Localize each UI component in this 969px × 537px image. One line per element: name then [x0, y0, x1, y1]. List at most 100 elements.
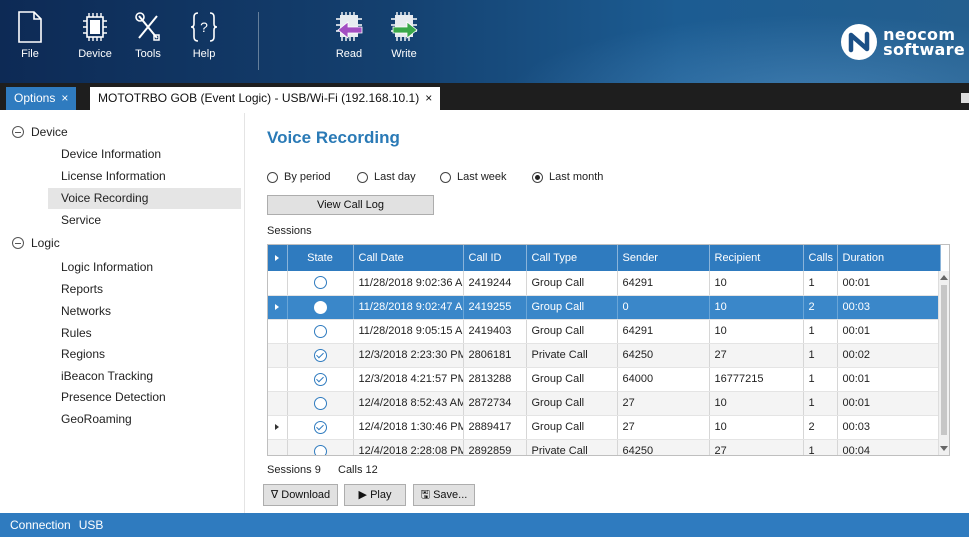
radio-circle[interactable] — [440, 171, 451, 183]
tree-item-rules[interactable]: Rules — [48, 323, 241, 344]
column-header-call-id[interactable]: Call ID — [463, 245, 527, 271]
column-header-state[interactable]: State — [287, 245, 354, 271]
duration-cell: 00:01 — [837, 367, 941, 392]
radio-last-week[interactable]: Last week — [440, 171, 507, 183]
recipient-cell: 27 — [709, 439, 804, 455]
radio-last-month[interactable]: Last month — [532, 171, 603, 183]
read-button[interactable]: Read — [325, 10, 373, 72]
expand-row-icon[interactable] — [275, 304, 280, 310]
tree-group-logic[interactable]: Logic — [12, 236, 60, 250]
write-button[interactable]: Write — [380, 10, 428, 72]
save-label: Save... — [433, 489, 468, 501]
tab-device[interactable]: MOTOTRBO GOB (Event Logic) - USB/Wi-Fi (… — [90, 87, 441, 110]
row-marker[interactable] — [268, 295, 288, 320]
radio-by-period[interactable]: By period — [267, 171, 330, 183]
table-scrollbar[interactable] — [938, 271, 949, 455]
duration-cell: 00:01 — [837, 391, 941, 416]
collapse-icon[interactable] — [12, 126, 24, 138]
radio-circle-selected[interactable] — [532, 171, 543, 183]
tab-options[interactable]: Options × — [6, 87, 77, 110]
table-row[interactable]: 11/28/2018 9:02:36 AM 2419244 Group Call… — [268, 271, 941, 296]
help-button[interactable]: ? Help — [180, 10, 228, 72]
collapse-icon[interactable] — [12, 237, 24, 249]
column-header-calls[interactable]: Calls — [803, 245, 838, 271]
duration-cell: 00:03 — [837, 415, 941, 440]
check-circle-icon — [313, 372, 327, 386]
file-button[interactable]: File — [6, 10, 54, 72]
tree-item-networks[interactable]: Networks — [48, 301, 241, 322]
scroll-up-icon[interactable] — [940, 275, 948, 280]
tree-item-logic-information[interactable]: Logic Information — [48, 257, 241, 278]
duration-cell: 00:02 — [837, 343, 941, 368]
tab-overflow-icon[interactable] — [961, 93, 969, 103]
scrollbar-thumb[interactable] — [941, 285, 947, 435]
tree-item-voice-recording[interactable]: Voice Recording — [48, 188, 241, 209]
call-id-cell: 2892859 — [463, 439, 527, 455]
write-icon — [391, 12, 418, 41]
duration-cell: 00:01 — [837, 271, 941, 296]
recipient-cell: 10 — [709, 319, 804, 344]
row-marker[interactable] — [268, 415, 288, 440]
table-row[interactable]: 12/3/2018 2:23:30 PM 2806181 Private Cal… — [268, 343, 941, 368]
sender-cell: 0 — [617, 295, 710, 320]
tree-item-presence-detection[interactable]: Presence Detection — [48, 387, 241, 408]
calls-cell: 1 — [803, 271, 838, 296]
download-button[interactable]: ∇ Download — [263, 484, 338, 506]
tree-item-georoaming[interactable]: GeoRoaming — [48, 409, 241, 430]
tree-item-regions[interactable]: Regions — [48, 344, 241, 365]
expand-row-icon[interactable] — [275, 424, 280, 430]
read-icon — [336, 12, 363, 41]
call-date-cell: 12/4/2018 1:30:46 PM — [353, 415, 464, 440]
tree-item-device-information[interactable]: Device Information — [48, 144, 241, 165]
check-circle-icon — [313, 420, 327, 434]
state-cell — [287, 367, 354, 392]
table-row[interactable]: 11/28/2018 9:05:15 AM 2419403 Group Call… — [268, 319, 941, 344]
row-marker — [268, 391, 288, 416]
radio-circle[interactable] — [357, 171, 368, 183]
tree-item-service[interactable]: Service — [48, 210, 241, 231]
tools-button[interactable]: Tools — [124, 10, 172, 72]
column-header-duration[interactable]: Duration — [837, 245, 941, 271]
call-type-cell: Group Call — [526, 271, 618, 296]
table-row[interactable]: 12/4/2018 1:30:46 PM 2889417 Group Call … — [268, 415, 941, 440]
tab-options-close-icon[interactable]: × — [61, 91, 68, 105]
page-title: Voice Recording — [267, 128, 400, 147]
tab-bar: Options × MOTOTRBO GOB (Event Logic) - US… — [0, 83, 969, 110]
save-button[interactable]: 🖫 Save... — [413, 484, 475, 506]
state-cell — [287, 439, 354, 455]
recipient-cell: 10 — [709, 391, 804, 416]
sender-cell: 27 — [617, 391, 710, 416]
recipient-cell: 16777215 — [709, 367, 804, 392]
call-date-cell: 11/28/2018 9:02:36 AM — [353, 271, 464, 296]
tree-item-ibeacon-tracking[interactable]: iBeacon Tracking — [48, 366, 241, 387]
table-row[interactable]: 12/4/2018 2:28:08 PM 2892859 Private Cal… — [268, 439, 941, 455]
tab-device-close-icon[interactable]: × — [425, 91, 432, 105]
table-row[interactable]: 12/4/2018 8:52:43 AM 2872734 Group Call … — [268, 391, 941, 416]
radio-last-day[interactable]: Last day — [357, 171, 416, 183]
column-header-sender[interactable]: Sender — [617, 245, 710, 271]
column-header-call-type[interactable]: Call Type — [526, 245, 618, 271]
table-row[interactable]: 12/3/2018 4:21:57 PM 2813288 Group Call … — [268, 367, 941, 392]
radio-circle[interactable] — [267, 171, 278, 183]
tree-item-reports[interactable]: Reports — [48, 279, 241, 300]
call-type-cell: Group Call — [526, 295, 618, 320]
play-button[interactable]: ▶ Play — [344, 484, 406, 506]
view-call-log-button[interactable]: View Call Log — [267, 195, 434, 215]
column-header-recipient[interactable]: Recipient — [709, 245, 804, 271]
device-button[interactable]: Device — [71, 10, 119, 72]
column-header-marker[interactable] — [268, 245, 288, 271]
call-date-cell: 12/4/2018 8:52:43 AM — [353, 391, 464, 416]
call-date-cell: 12/3/2018 2:23:30 PM — [353, 343, 464, 368]
table-row-selected[interactable]: 11/28/2018 9:02:47 AM 2419255 Group Call… — [268, 295, 941, 320]
sender-cell: 64000 — [617, 367, 710, 392]
column-header-call-date[interactable]: Call Date — [353, 245, 464, 271]
state-cell — [287, 295, 354, 320]
scroll-down-icon[interactable] — [940, 446, 948, 451]
tree-item-license-information[interactable]: License Information — [48, 166, 241, 187]
call-id-cell: 2419255 — [463, 295, 527, 320]
status-bar: Connection USB — [0, 513, 969, 537]
sender-cell: 64250 — [617, 343, 710, 368]
radio-by-period-label: By period — [284, 171, 331, 183]
call-date-cell: 11/28/2018 9:05:15 AM — [353, 319, 464, 344]
tree-group-device[interactable]: Device — [12, 125, 68, 139]
